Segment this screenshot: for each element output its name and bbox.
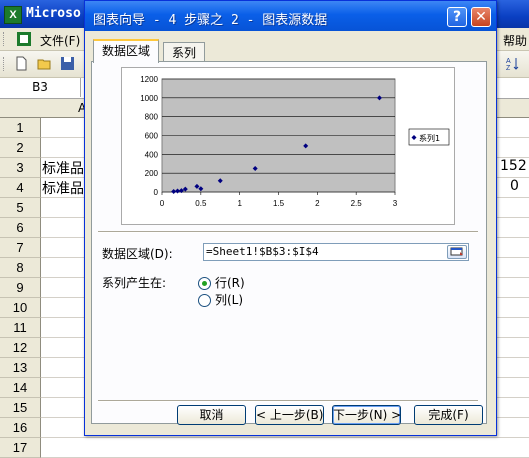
row-header[interactable]: 4 (0, 178, 41, 198)
collapse-dialog-icon (450, 247, 463, 256)
y-tick-label: 1000 (140, 94, 158, 103)
radio-rows-indicator[interactable] (198, 277, 211, 290)
tab-series[interactable]: 系列 (163, 42, 206, 63)
row-header[interactable]: 3 (0, 158, 41, 178)
x-tick-label: 0.5 (195, 199, 207, 208)
x-tick-label: 3 (393, 199, 398, 208)
row-header[interactable]: 9 (0, 278, 41, 298)
x-tick-label: 1.5 (273, 199, 285, 208)
row-header[interactable]: 6 (0, 218, 41, 238)
radio-columns[interactable]: 列(L) (198, 291, 243, 308)
row-header[interactable]: 15 (0, 398, 41, 418)
radio-columns-label: 列(L) (215, 293, 244, 307)
x-tick-label: 1 (237, 199, 242, 208)
radio-rows-label: 行(R) (215, 276, 245, 290)
menu-help[interactable]: 帮助 (503, 32, 527, 49)
new-document-icon[interactable] (14, 56, 29, 71)
menu-file[interactable]: 文件(F) (40, 32, 80, 49)
y-tick-label: 200 (145, 169, 159, 178)
help-button[interactable]: ? (447, 7, 467, 27)
radio-columns-indicator[interactable] (198, 294, 211, 307)
chart-wizard-dialog: 图表向导 - 4 步骤之 2 - 图表源数据 ? ✕ 数据区域 系列 0 200 4… (84, 0, 497, 436)
y-tick-label: 800 (145, 113, 159, 122)
series-in-label: 系列产生在: (102, 276, 167, 290)
row-header[interactable]: 1 (0, 118, 41, 138)
y-tick-label: 400 (145, 150, 159, 159)
close-button[interactable]: ✕ (471, 7, 491, 27)
row-header[interactable]: 13 (0, 358, 41, 378)
x-tick-label: 2.5 (351, 199, 363, 208)
grid-row-line (41, 437, 529, 438)
row-header[interactable]: 11 (0, 318, 41, 338)
menu-grip[interactable] (3, 32, 7, 46)
radio-rows[interactable]: 行(R) (198, 274, 245, 291)
tab-data-range[interactable]: 数据区域 (93, 39, 160, 63)
open-folder-icon[interactable] (37, 56, 52, 71)
row-header[interactable]: 14 (0, 378, 41, 398)
x-tick-label: 2 (315, 199, 320, 208)
next-button[interactable]: 下一步(N) > (332, 405, 401, 425)
row-header[interactable]: 5 (0, 198, 41, 218)
cancel-button[interactable]: 取消 (177, 405, 246, 425)
cell-right-4[interactable]: 0 (510, 178, 519, 194)
sort-az-icon[interactable]: A Z (505, 56, 520, 71)
dialog-title: 图表向导 - 4 步骤之 2 - 图表源数据 (93, 13, 328, 28)
bottom-separator (98, 400, 478, 402)
row-header[interactable]: 16 (0, 418, 41, 438)
y-tick-label: 1200 (140, 75, 158, 84)
cell-a3[interactable]: 标准品 (42, 158, 84, 178)
cell-right-3[interactable]: 152 (500, 158, 527, 174)
name-box[interactable]: B3 (0, 78, 81, 97)
chart-preview: 0 200 400 600 800 1000 1200 0 0.5 1 1.5 2 2.5 3 系列1 (121, 67, 455, 225)
range-label: 数据区域(D): (102, 247, 173, 261)
row-header[interactable]: 8 (0, 258, 41, 278)
row-header[interactable]: 2 (0, 138, 41, 158)
excel-window-title: Microso (26, 6, 81, 21)
row-header[interactable]: 7 (0, 238, 41, 258)
save-icon[interactable] (60, 56, 75, 71)
tab-panel-data-range: 0 200 400 600 800 1000 1200 0 0.5 1 1.5 2 2.5 3 系列1 数据… (91, 61, 487, 424)
chart-svg: 0 200 400 600 800 1000 1200 0 0.5 1 1.5 2 2.5 3 系列1 (140, 75, 450, 208)
y-tick-label: 600 (145, 132, 159, 141)
svg-text:A: A (506, 58, 511, 65)
separator (98, 231, 478, 233)
x-tick-label: 0 (160, 199, 165, 208)
y-tick-label: 0 (154, 188, 159, 197)
collapse-dialog-button[interactable] (447, 245, 467, 259)
row-header[interactable]: 10 (0, 298, 41, 318)
data-range-value: =Sheet1!$B$3:$I$4 (206, 245, 319, 258)
toolbar-grip[interactable] (3, 57, 7, 71)
row-header[interactable]: 17 (0, 438, 41, 458)
excel-doc-icon[interactable] (16, 31, 32, 47)
excel-logo-icon: X (4, 6, 22, 24)
back-button[interactable]: < 上一步(B) (255, 405, 324, 425)
finish-button[interactable]: 完成(F) (414, 405, 483, 425)
cell-a4[interactable]: 标准品 (42, 178, 84, 198)
data-range-input[interactable]: =Sheet1!$B$3:$I$4 (203, 243, 469, 261)
svg-text:Z: Z (506, 65, 511, 71)
row-header[interactable]: 12 (0, 338, 41, 358)
dialog-title-bar[interactable]: 图表向导 - 4 步骤之 2 - 图表源数据 ? ✕ (85, 1, 496, 31)
legend-label: 系列1 (419, 133, 440, 143)
